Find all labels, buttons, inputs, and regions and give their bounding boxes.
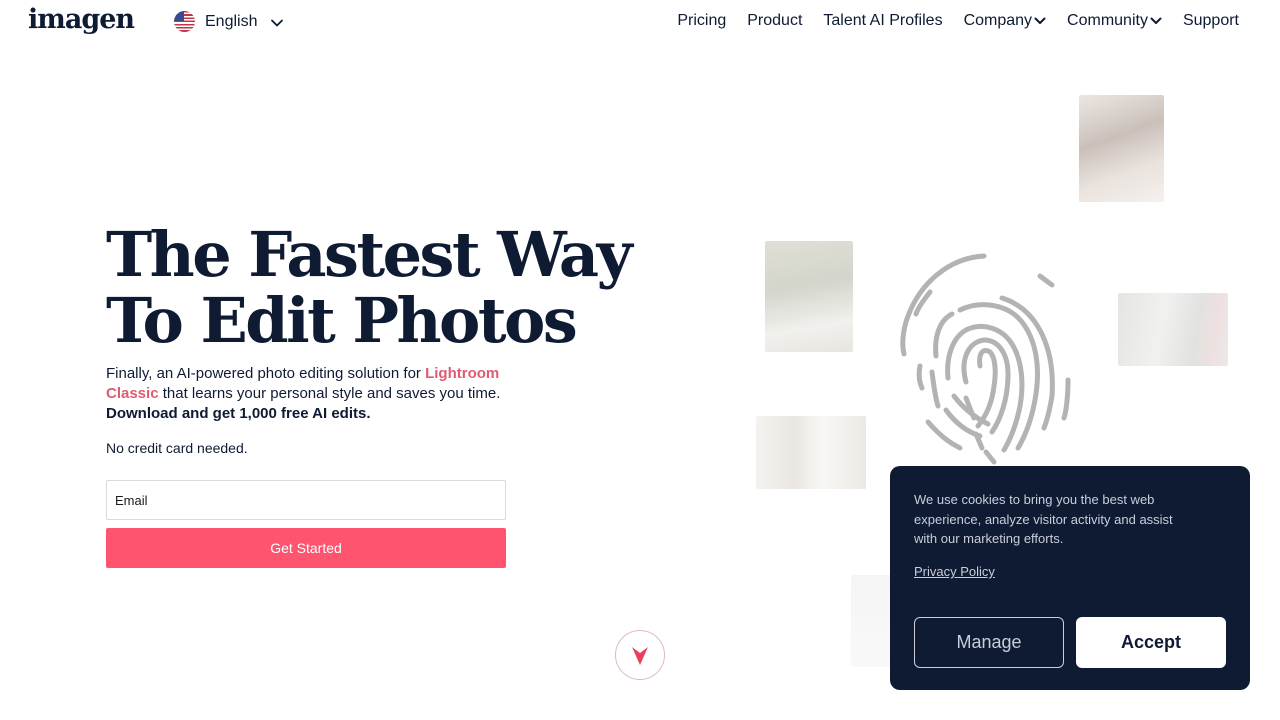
hero-title: The Fastest Way To Edit Photos: [106, 222, 666, 354]
chevron-down-icon: [271, 19, 284, 26]
fingerprint-icon: [900, 253, 1071, 465]
no-credit-card-note: No credit card needed.: [106, 440, 248, 456]
imagen-logo[interactable]: imagen: [28, 4, 135, 35]
cookie-message: We use cookies to bring you the best web…: [914, 492, 1173, 546]
manage-cookies-button[interactable]: Manage: [914, 617, 1064, 668]
chevron-down-icon: [1150, 17, 1162, 24]
wedding-photo: [765, 241, 853, 352]
hero-description: Finally, an AI-powered photo editing sol…: [106, 364, 526, 424]
site-header: imagen English Pricing Product Talent AI…: [0, 0, 1280, 44]
scroll-down-button[interactable]: [615, 630, 665, 680]
chevron-down-icon: [1034, 17, 1046, 24]
group-photo: [756, 416, 866, 489]
landscape-photo: [1118, 293, 1228, 366]
portrait-photo: [1079, 95, 1164, 202]
hero-desc-prefix: Finally, an AI-powered photo editing sol…: [106, 365, 426, 382]
email-input[interactable]: [106, 480, 506, 520]
us-flag-icon: [174, 11, 195, 32]
nav-company[interactable]: Company: [964, 12, 1046, 30]
nav-talent-ai-profiles[interactable]: Talent AI Profiles: [823, 12, 942, 30]
get-started-button[interactable]: Get Started: [106, 528, 506, 568]
privacy-policy-link[interactable]: Privacy Policy: [914, 564, 995, 579]
hero-title-line-1: The Fastest Way: [106, 218, 633, 291]
language-selector[interactable]: English: [174, 11, 284, 32]
hero-desc-suffix: that learns your personal style and save…: [158, 385, 501, 402]
hero-title-line-2: To Edit Photos: [106, 284, 578, 357]
nav-product[interactable]: Product: [747, 12, 802, 30]
hero-desc-offer: Download and get 1,000 free AI edits.: [106, 405, 371, 422]
nav-support[interactable]: Support: [1183, 12, 1239, 30]
arrow-down-icon: [632, 647, 648, 665]
language-label: English: [205, 12, 258, 30]
nav-pricing[interactable]: Pricing: [677, 12, 726, 30]
cookie-banner: We use cookies to bring you the best web…: [890, 466, 1250, 690]
nav-community[interactable]: Community: [1067, 12, 1162, 30]
accept-cookies-button[interactable]: Accept: [1076, 617, 1226, 668]
main-nav: Pricing Product Talent AI Profiles Compa…: [656, 12, 1239, 30]
